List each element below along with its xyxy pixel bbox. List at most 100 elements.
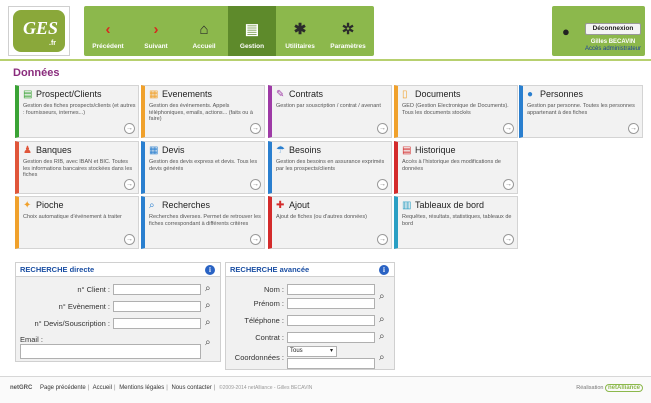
tile-events[interactable]: ▦ Evenements Gestion des événements. Appel… [141,85,265,138]
tile-quote[interactable]: ▦ Devis Gestion des devis express et devis… [141,141,265,194]
search-coord-button[interactable]: ⌕ [379,352,391,364]
footer-link-contact[interactable]: Nous contacter [171,385,211,391]
nav-next-button[interactable]: › Suivant [132,6,180,56]
search-contract-row: Contrat : ⌕ [226,330,394,347]
footer-credit: Réalisation netAlliance [576,384,643,392]
search-quote-button[interactable]: ⌕ [205,317,217,329]
arrow-right-icon[interactable]: → [250,179,261,190]
tile-add[interactable]: ✚ Ajout Ajout de fiches (ou d'autres donné… [268,196,392,249]
footer-copyright: ©2009-2014 netAlliance - Gilles BECAVIN [219,385,313,391]
search-phone-row: Téléphone : ⌕ [226,313,394,330]
info-icon[interactable]: i [379,265,389,275]
tile-person[interactable]: ● Personnes Gestion par personne. Toutes l… [519,85,643,138]
coord-type-select[interactable]: Tous ▾ [287,346,337,357]
tile-description: GED (Gestion Electronique de Documents).… [402,103,509,116]
footer-link-previous[interactable]: Page précédente [40,385,86,391]
nav-home-button[interactable]: ⌂ Accueil [180,6,228,56]
event-number-input[interactable] [113,301,201,312]
tile-title: Devis [162,145,185,155]
gestion-icon: ▤ [244,21,260,38]
disconnect-button[interactable]: Déconnexion [585,23,641,35]
arrow-right-icon[interactable]: → [503,123,514,134]
tile-description: Requêtes, résultats, statistiques, table… [402,214,512,227]
tile-description: Choix automatique d'événement à traiter [23,214,122,220]
tile-contracts[interactable]: ✎ Contrats Gestion par souscription / cont… [268,85,392,138]
search-client-button[interactable]: ⌕ [205,283,217,295]
search-direct-panel: RECHERCHE directe i n° Client : ⌕ n° Evè… [15,262,221,362]
page-title: Données [13,67,60,79]
tile-title: Documents [415,89,461,99]
arrow-right-icon[interactable]: → [250,123,261,134]
logo-suffix: .fr [49,40,56,47]
info-icon[interactable]: i [205,265,215,275]
needs-icon: ☂ [276,145,285,156]
name-label: Nom : [263,285,284,294]
search-name-button[interactable]: ⌕ [379,291,391,303]
arrow-right-icon[interactable]: → [377,234,388,245]
nav-previous-button[interactable]: ‹ Précédent [84,6,132,56]
search-firstname-row: Prénom : ⌕ [226,291,394,313]
coord-type-value: Tous [290,348,303,354]
tile-title: Evenements [162,89,213,99]
phone-input[interactable] [287,315,375,326]
name-input[interactable] [287,284,375,295]
tile-description: Ajout de fiches (ou d'autres données) [276,214,367,220]
arrow-right-icon[interactable]: → [503,234,514,245]
quote-number-input[interactable] [113,318,201,329]
nav-settings-button[interactable]: ✲ Paramètres [324,6,372,56]
tile-history[interactable]: ▤ Historique Accès à l'historique des modi… [394,141,518,194]
tile-draw[interactable]: ✦ Pioche Choix automatique d'événement à t… [15,196,139,249]
footer-link-home[interactable]: Accueil [93,385,112,391]
email-label: Email : [20,335,43,344]
email-input[interactable] [20,344,201,359]
tile-title: Pioche [36,200,64,210]
tile-documents[interactable]: ▯ Documents GED (Gestion Electronique de D… [394,85,518,138]
chevron-right-icon: › [153,21,159,38]
tile-description: Gestion des devis express et devis. Tous… [149,159,258,172]
arrow-right-icon[interactable]: → [250,234,261,245]
arrow-right-icon[interactable]: → [628,123,639,134]
coord-input[interactable] [287,358,375,369]
user-name: Gilles BECAVIN [590,39,636,45]
search-event-button[interactable]: ⌕ [205,300,217,312]
main-nav: ‹ Précédent › Suivant ⌂ Accueil ▤ Gestio… [84,6,374,56]
tile-bank[interactable]: ♟ Banques Gestion des RIB, avec IBAN et BI… [15,141,139,194]
phone-label: Téléphone : [244,316,284,325]
tile-title: Banques [36,145,72,155]
nav-next-label: Suivant [144,43,168,50]
tile-dashboard[interactable]: ▥ Tableaux de bord Requêtes, résultats, st… [394,196,518,249]
arrow-right-icon[interactable]: → [377,179,388,190]
search-phone-button[interactable]: ⌕ [379,314,391,326]
footer-link-legal[interactable]: Mentions légales [119,385,164,391]
footer-brand[interactable]: netAlliance [604,384,643,392]
nav-gestion-button[interactable]: ▤ Gestion [228,6,276,56]
tile-title: Personnes [540,89,584,99]
arrow-right-icon[interactable]: → [503,179,514,190]
search-direct-title: RECHERCHE directe [20,265,95,274]
tile-description: Gestion des besoins en assurance exprimé… [276,159,385,172]
arrow-right-icon[interactable]: → [124,123,135,134]
tile-title: Ajout [289,200,310,210]
search-contract-button[interactable]: ⌕ [379,331,391,343]
app-logo[interactable]: GES .fr [8,6,70,56]
logo-text: GES [23,18,59,38]
tile-needs[interactable]: ☂ Besoins Gestion des besoins en assurance… [268,141,392,194]
tile-search[interactable]: ⌕ Recherches Recherches diverses. Permet d… [141,196,265,249]
tile-title: Recherches [162,200,211,210]
arrow-right-icon[interactable]: → [124,234,135,245]
contract-label: Contrat : [255,333,284,342]
tile-description: Accès à l'historique des modifications d… [402,159,501,172]
firstname-input[interactable] [287,298,375,309]
client-number-input[interactable] [113,284,201,295]
event-number-label: n° Evènement : [58,302,110,311]
bank-icon: ♟ [23,145,32,156]
tile-prospect[interactable]: ▤ Prospect/Clients Gestion des fiches pros… [15,85,139,138]
search-email-button[interactable]: ⌕ [205,337,217,349]
contract-input[interactable] [287,332,375,343]
nav-utilities-button[interactable]: ✱ Utilitaires [276,6,324,56]
user-icon: ● [562,24,570,39]
arrow-right-icon[interactable]: → [377,123,388,134]
search-event-row: n° Evènement : ⌕ [16,299,220,316]
arrow-right-icon[interactable]: → [124,179,135,190]
tile-title: Historique [415,145,456,155]
